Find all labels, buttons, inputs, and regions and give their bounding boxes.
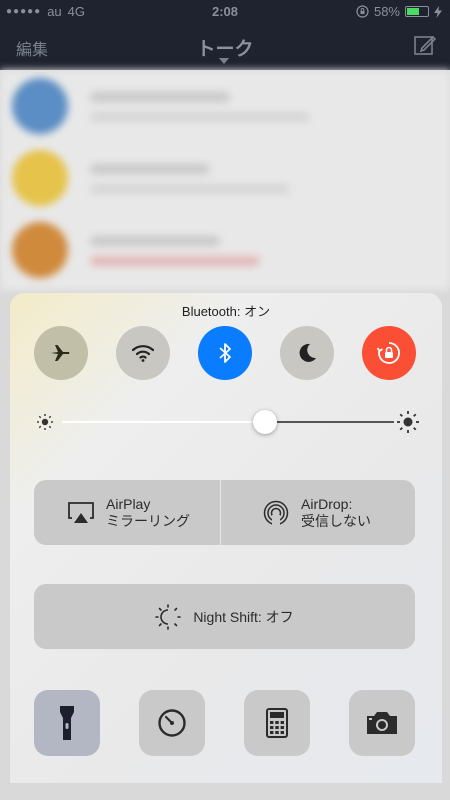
flashlight-icon [60, 706, 74, 740]
night-shift-icon [155, 603, 182, 630]
orientation-lock-icon [356, 5, 369, 18]
timer-button[interactable] [139, 690, 205, 756]
flashlight-button[interactable] [34, 690, 100, 756]
night-shift-button[interactable]: Night Shift: オフ [34, 584, 415, 649]
airplay-subtitle: ミラーリング [106, 512, 190, 529]
airplay-airdrop-group: AirPlay ミラーリング AirDrop: 受信しない [34, 480, 415, 545]
chat-preview-line [90, 236, 220, 246]
airdrop-label: AirDrop: 受信しない [301, 496, 371, 530]
avatar [12, 150, 68, 206]
battery-icon [405, 6, 429, 17]
chevron-down-icon [219, 58, 229, 64]
airdrop-button[interactable]: AirDrop: 受信しない [220, 480, 415, 545]
camera-icon [367, 712, 397, 734]
nav-bar: 編集 トーク [0, 22, 450, 70]
chat-preview-line [90, 164, 210, 174]
chat-list [0, 70, 450, 290]
wifi-icon [131, 345, 155, 362]
bluetooth-icon [219, 343, 231, 363]
airdrop-title: AirDrop: [301, 495, 353, 512]
avatar [12, 78, 68, 134]
airplay-icon [68, 501, 94, 523]
control-center: Bluetooth: オン AirPlay ミラーリング AirDrop: 受信… [10, 293, 442, 783]
battery-fill [407, 8, 419, 15]
calculator-button[interactable] [244, 690, 310, 756]
calculator-icon [266, 708, 288, 738]
bluetooth-toggle[interactable] [198, 326, 252, 380]
rotation-lock-icon [376, 342, 400, 364]
compose-icon[interactable] [414, 34, 436, 56]
airdrop-subtitle: 受信しない [301, 512, 371, 529]
brightness-slider[interactable] [36, 407, 420, 437]
list-item [0, 70, 450, 140]
chat-preview-line [90, 112, 310, 122]
brightness-thumb[interactable] [252, 410, 277, 434]
brightness-low-icon [37, 414, 53, 430]
chat-preview-line [90, 256, 260, 266]
page-title[interactable]: トーク [0, 34, 450, 61]
brightness-track-rest [264, 421, 394, 423]
airplay-label: AirPlay ミラーリング [106, 496, 190, 530]
battery-percent: 58% [373, 4, 400, 19]
camera-button[interactable] [349, 690, 415, 756]
airplay-button[interactable]: AirPlay ミラーリング [34, 480, 220, 545]
moon-icon [299, 343, 316, 362]
night-shift-label: Night Shift: オフ [193, 608, 294, 625]
status-message: Bluetooth: オン [181, 304, 271, 319]
status-bar: ●●●●● au 4G 2:08 58% [0, 0, 450, 22]
timer-icon [158, 709, 186, 737]
chat-preview-line [90, 184, 290, 194]
airdrop-icon [263, 500, 289, 526]
chat-preview-line [90, 92, 230, 102]
airplay-title: AirPlay [106, 495, 151, 512]
rotation-lock-toggle[interactable] [362, 326, 416, 380]
do-not-disturb-toggle[interactable] [280, 326, 334, 380]
status-right: 58% [356, 4, 442, 19]
avatar [12, 222, 68, 278]
brightness-track-filled [62, 421, 265, 423]
charging-icon [434, 5, 442, 18]
airplane-mode-toggle[interactable] [34, 326, 88, 380]
airplane-icon [51, 345, 70, 361]
brightness-high-icon [397, 411, 419, 433]
wifi-toggle[interactable] [116, 326, 170, 380]
list-item [0, 142, 450, 212]
list-item [0, 214, 450, 284]
